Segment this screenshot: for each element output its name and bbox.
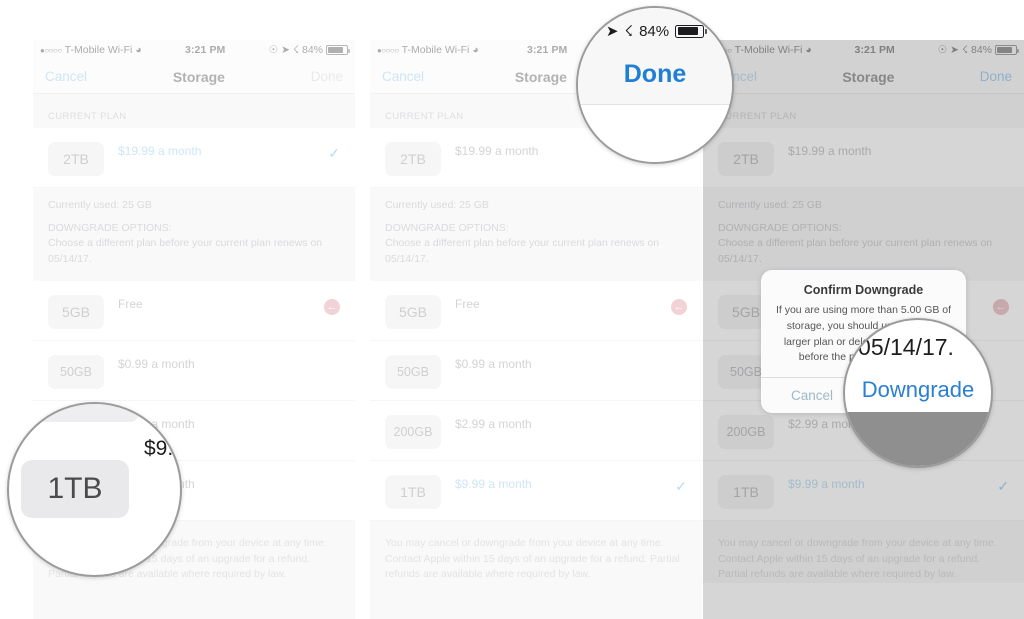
footnote-text: You may cancel or downgrade from your de… [370,520,702,584]
dialog-title: Confirm Downgrade [803,283,924,297]
plan-size-badge: 1TB [718,474,774,509]
selected-check-icon: ✓ [675,477,687,494]
current-plan-header: CURRENT PLAN [703,94,1024,128]
plan-row-current[interactable]: 2TB $19.99 a month ✓ [33,128,355,188]
plan-row-200gb[interactable]: 200GB $2.99 a month [370,400,702,461]
done-button[interactable]: Done [980,69,1012,84]
loupe-partial-badge-above [29,404,139,422]
plan-size-badge: 2TB [385,142,441,176]
usage-info-block: Currently used: 25 GB DOWNGRADE OPTIONS:… [33,188,355,281]
location-arrow-icon: ➤ [281,44,290,56]
plan-size-badge: 5GB [385,294,441,329]
plan-size-badge: 200GB [385,414,441,449]
battery-percent-label: 84% [970,44,992,56]
alarm-icon: ☉ [937,44,948,56]
page-title: Storage [514,68,567,85]
plan-row-50gb[interactable]: 50GB $0.99 a month [33,340,355,401]
usage-info-block: Currently used: 25 GB DOWNGRADE OPTIONS:… [703,188,1024,281]
plan-price-label: Free [455,296,480,311]
page-title: Storage [172,68,225,85]
loupe-downgrade-button[interactable]: Downgrade [845,377,991,403]
downgrade-options-header: DOWNGRADE OPTIONS: [385,222,509,235]
downgrade-options-header: DOWNGRADE OPTIONS: [718,222,842,235]
magnifier-loupe-downgrade: 05/14/17. Downgrade [843,318,993,468]
alarm-icon: ☉ [268,44,279,56]
loupe-shaded-area [845,412,991,466]
bluetooth-icon: ☇ [624,23,634,40]
cancel-button[interactable]: Cancel [45,69,87,84]
status-bar: ●○○○○ T-Mobile Wi-Fi ◕ 3:21 PM ☉ ➤ ☇ 84% [33,40,355,60]
selected-check-icon: ✓ [328,145,340,161]
magnifier-loupe-1tb: 1TB $9.. [7,402,182,577]
plan-row-50gb[interactable]: 50GB $0.99 a month [370,340,702,401]
current-plan-header: CURRENT PLAN [33,94,355,128]
carrier-label: T-Mobile Wi-Fi [64,44,133,56]
plan-price-label: Free [118,296,143,311]
plan-price-label: $19.99 a month [788,144,872,158]
plan-size-badge: 1TB [385,474,441,509]
nav-bar: Cancel Storage Done [703,60,1024,94]
battery-icon [675,24,708,38]
bluetooth-icon: ☇ [292,44,299,56]
currently-used-label: Currently used: 25 GB [718,199,822,211]
done-button[interactable]: Done [311,69,343,84]
plan-row-current[interactable]: 2TB $19.99 a month [703,128,1024,188]
battery-icon [326,45,350,55]
plan-price-label: $9.99 a month [455,476,532,491]
loupe-done-button[interactable]: Done [578,60,732,89]
bluetooth-icon: ☇ [961,44,968,56]
plan-price-label: $0.99 a month [118,356,195,371]
currently-used-label: Currently used: 25 GB [385,199,489,211]
downgrade-arrow-icon[interactable]: ← [671,298,687,315]
clock-label: 3:21 PM [854,44,895,56]
loupe-renewal-date-fragment: 05/14/17. [858,334,954,360]
battery-percent-label: 84% [639,22,670,40]
plan-price-label: $2.99 a month [455,416,532,431]
plan-row-1tb[interactable]: 1TB $9.99 a month ✓ [703,460,1024,521]
signal-dots-icon: ●○○○○ [377,45,399,55]
plan-price-label: $19.99 a month [118,144,202,158]
plan-row-5gb[interactable]: 5GB Free ← [33,280,355,341]
loupe-plan-size-badge: 1TB [21,460,129,518]
selected-check-icon: ✓ [997,477,1009,494]
downgrade-options-header: DOWNGRADE OPTIONS: [48,222,172,235]
location-arrow-icon: ➤ [605,23,619,40]
carrier-label: T-Mobile Wi-Fi [734,44,803,56]
plan-price-label: $19.99 a month [455,144,539,158]
screenshot-stage: ●○○○○ T-Mobile Wi-Fi ◕ 3:21 PM ☉ ➤ ☇ 84%… [0,0,1024,619]
plan-row-1tb[interactable]: 1TB $9.99 a month ✓ [370,460,702,521]
plan-list-scroll[interactable]: CURRENT PLAN 2TB $19.99 a month Currentl… [370,94,702,619]
loupe-plan-price-fragment: $9.. [144,437,180,460]
signal-dots-icon: ●○○○○ [40,45,62,55]
plan-size-badge: 5GB [48,294,104,329]
plan-size-badge: 2TB [48,142,104,176]
downgrade-options-text: Choose a different plan before your curr… [385,237,660,265]
page-title: Storage [842,68,895,85]
magnifier-loupe-done: ➤ ☇ 84% Done [576,6,734,164]
battery-icon [995,45,1019,55]
downgrade-options-text: Choose a different plan before your curr… [718,237,993,265]
loupe-status-bar: ➤ ☇ 84% [578,22,732,40]
status-bar: ●○○○○ T-Mobile Wi-Fi ◕ 3:21 PM ☉ ➤ ☇ 84% [703,40,1024,60]
plan-size-badge: 50GB [48,354,104,389]
footnote-text: You may cancel or downgrade from your de… [703,520,1024,584]
usage-info-block: Currently used: 25 GB DOWNGRADE OPTIONS:… [370,188,702,281]
plan-price-label: $9.99 a month [788,476,865,491]
battery-percent-label: 84% [301,44,323,56]
plan-row-5gb[interactable]: 5GB Free ← [370,280,702,341]
clock-label: 3:21 PM [185,44,226,56]
carrier-label: T-Mobile Wi-Fi [401,44,470,56]
cancel-button[interactable]: Cancel [382,69,424,84]
currently-used-label: Currently used: 25 GB [48,199,152,211]
plan-size-badge: 200GB [718,414,774,449]
downgrade-options-text: Choose a different plan before your curr… [48,237,323,265]
plan-size-badge: 50GB [385,354,441,389]
location-arrow-icon: ➤ [950,44,959,56]
downgrade-arrow-icon[interactable]: ← [993,298,1009,315]
nav-bar: Cancel Storage Done [33,60,355,94]
plan-price-label: $0.99 a month [455,356,532,371]
downgrade-arrow-icon[interactable]: ← [324,298,340,315]
